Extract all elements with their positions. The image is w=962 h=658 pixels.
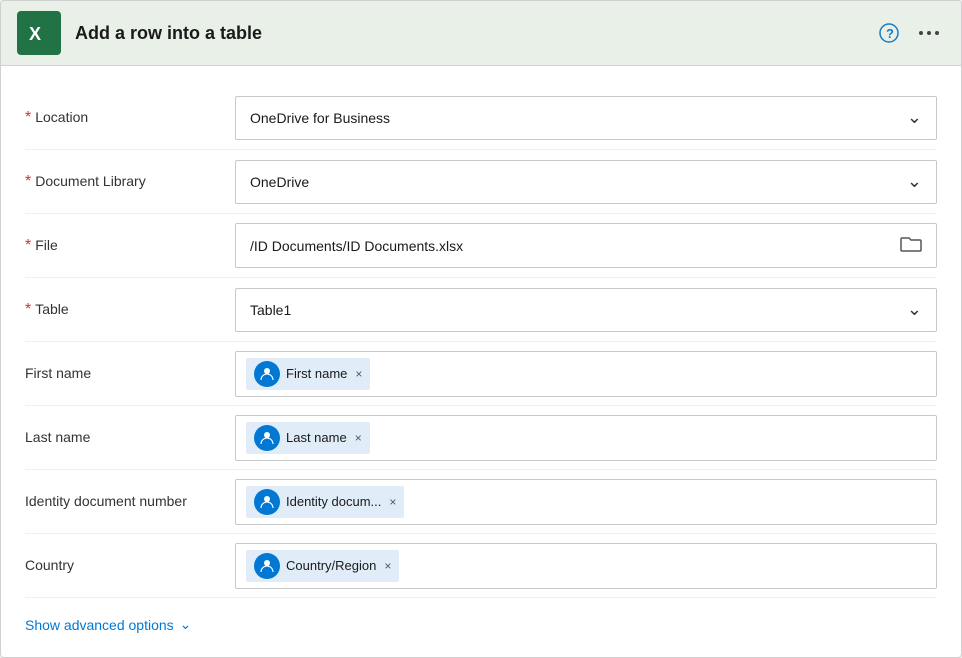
document-library-row: *Document Library OneDrive ⌄ [25, 150, 937, 214]
excel-icon: X [17, 11, 61, 55]
file-required-star: * [25, 237, 31, 254]
location-value: OneDrive for Business [250, 110, 390, 126]
first-name-input-col: First name × [235, 351, 937, 397]
more-options-button[interactable] [913, 17, 945, 49]
last-name-input-col: Last name × [235, 415, 937, 461]
header-actions: ? [873, 17, 945, 49]
country-input-col: Country/Region × [235, 543, 937, 589]
table-row: *Table Table1 ⌄ [25, 278, 937, 342]
form-body: *Location OneDrive for Business ⌄ *Docum… [1, 66, 961, 657]
file-label: File [35, 237, 58, 253]
show-advanced-chevron-icon: ⌄ [180, 616, 192, 633]
document-library-input-col: OneDrive ⌄ [235, 160, 937, 204]
last-name-tag: Last name × [246, 422, 370, 454]
first-name-row: First name First name × [25, 342, 937, 406]
file-value: /ID Documents/ID Documents.xlsx [250, 238, 463, 254]
last-name-tag-field[interactable]: Last name × [235, 415, 937, 461]
first-name-tag-icon [254, 361, 280, 387]
location-input-col: OneDrive for Business ⌄ [235, 96, 937, 140]
document-library-value: OneDrive [250, 174, 309, 190]
last-name-tag-text: Last name [286, 430, 347, 445]
country-tag-icon [254, 553, 280, 579]
first-name-tag-text: First name [286, 366, 347, 381]
header: X Add a row into a table ? [1, 1, 961, 66]
first-name-tag-field[interactable]: First name × [235, 351, 937, 397]
location-row: *Location OneDrive for Business ⌄ [25, 86, 937, 150]
country-tag-close[interactable]: × [384, 559, 391, 573]
show-advanced-options[interactable]: Show advanced options ⌄ [25, 616, 937, 633]
file-picker[interactable]: /ID Documents/ID Documents.xlsx [235, 223, 937, 268]
file-folder-icon [900, 234, 922, 257]
identity-doc-label: Identity document number [25, 493, 187, 509]
location-dropdown[interactable]: OneDrive for Business ⌄ [235, 96, 937, 140]
last-name-row: Last name Last name × [25, 406, 937, 470]
help-button[interactable]: ? [873, 17, 905, 49]
country-tag-field[interactable]: Country/Region × [235, 543, 937, 589]
page-title: Add a row into a table [75, 23, 859, 44]
country-label: Country [25, 557, 74, 573]
file-input-col: /ID Documents/ID Documents.xlsx [235, 223, 937, 268]
country-row: Country Country/Region × [25, 534, 937, 598]
identity-doc-tag: Identity docum... × [246, 486, 404, 518]
country-label-col: Country [25, 557, 235, 575]
file-label-col: *File [25, 237, 235, 255]
location-required-star: * [25, 109, 31, 126]
main-card: X Add a row into a table ? [0, 0, 962, 658]
location-label: Location [35, 109, 88, 125]
location-label-col: *Location [25, 109, 235, 127]
table-value: Table1 [250, 302, 291, 318]
table-label-col: *Table [25, 301, 235, 319]
document-library-label-col: *Document Library [25, 173, 235, 191]
table-dropdown[interactable]: Table1 ⌄ [235, 288, 937, 332]
country-tag: Country/Region × [246, 550, 399, 582]
table-required-star: * [25, 301, 31, 318]
document-library-label: Document Library [35, 173, 146, 189]
file-row: *File /ID Documents/ID Documents.xlsx [25, 214, 937, 278]
first-name-tag-close[interactable]: × [355, 367, 362, 381]
table-input-col: Table1 ⌄ [235, 288, 937, 332]
svg-text:X: X [29, 24, 41, 44]
svg-text:?: ? [886, 26, 894, 41]
document-library-chevron-icon: ⌄ [907, 171, 922, 192]
table-chevron-icon: ⌄ [907, 299, 922, 320]
document-library-required-star: * [25, 173, 31, 190]
identity-doc-input-col: Identity docum... × [235, 479, 937, 525]
document-library-dropdown[interactable]: OneDrive ⌄ [235, 160, 937, 204]
last-name-label-col: Last name [25, 429, 235, 447]
first-name-label-col: First name [25, 365, 235, 383]
last-name-tag-close[interactable]: × [355, 431, 362, 445]
identity-doc-tag-close[interactable]: × [389, 495, 396, 509]
identity-doc-row: Identity document number Identity docum.… [25, 470, 937, 534]
last-name-tag-icon [254, 425, 280, 451]
location-chevron-icon: ⌄ [907, 107, 922, 128]
first-name-label: First name [25, 365, 91, 381]
table-label: Table [35, 301, 68, 317]
country-tag-text: Country/Region [286, 558, 376, 573]
identity-doc-tag-field[interactable]: Identity docum... × [235, 479, 937, 525]
identity-doc-label-col: Identity document number [25, 493, 235, 511]
last-name-label: Last name [25, 429, 90, 445]
show-advanced-label: Show advanced options [25, 617, 174, 633]
identity-doc-tag-icon [254, 489, 280, 515]
identity-doc-tag-text: Identity docum... [286, 494, 381, 509]
first-name-tag: First name × [246, 358, 370, 390]
